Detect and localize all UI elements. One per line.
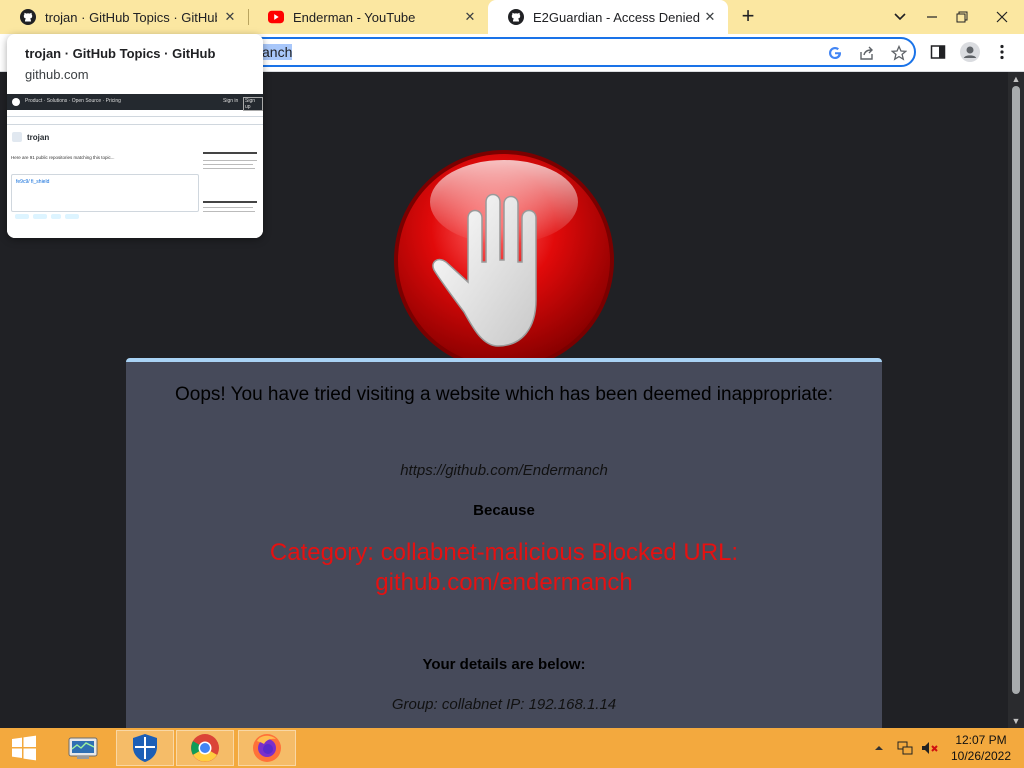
tab-label: E2Guardian - Access Denied [533, 9, 700, 25]
taskbar: 12:07 PM 10/26/2022 [0, 728, 1024, 768]
address-text[interactable]: anch [262, 44, 293, 60]
github-icon [12, 98, 20, 106]
hover-card-thumbnail: Product · Solutions · Open Source · Pric… [7, 94, 263, 238]
thumb-repo-card: fe9c9/ fi_shield [11, 174, 199, 212]
minimize-icon[interactable] [916, 0, 948, 34]
restore-icon[interactable] [946, 0, 978, 34]
new-tab-button[interactable]: + [736, 5, 760, 29]
side-panel-icon[interactable] [928, 42, 948, 62]
page-scrollbar[interactable]: ▲ ▼ [1008, 72, 1024, 728]
thumb-topic: trojan [27, 133, 50, 142]
chrome-icon[interactable] [176, 730, 234, 766]
network-icon[interactable] [896, 728, 914, 768]
thumb-topic-icon [12, 132, 22, 142]
bookmark-star-icon[interactable] [890, 44, 908, 62]
block-reason: Category: collabnet-malicious Blocked UR… [269, 539, 739, 596]
system-clock[interactable]: 12:07 PM 10/26/2022 [946, 732, 1016, 764]
scrollbar-thumb[interactable] [1012, 86, 1020, 694]
show-hidden-icons-icon[interactable] [874, 728, 884, 768]
thumb-sign-in: Sign in [223, 98, 239, 104]
chevron-down-icon[interactable] [884, 0, 916, 34]
details-heading: Your details are below: [422, 656, 586, 673]
volume-muted-icon[interactable] [920, 728, 940, 768]
clock-time: 12:07 PM [955, 733, 1007, 747]
close-icon[interactable] [980, 0, 1024, 34]
tab-e2guardian[interactable]: E2Guardian - Access Denied ✕ [488, 0, 728, 34]
hover-card-title: trojan · GitHub Topics · GitHub [25, 46, 216, 61]
share-icon[interactable] [858, 44, 876, 62]
youtube-icon [268, 9, 284, 25]
denied-panel: Oops! You have tried visiting a website … [126, 358, 882, 728]
user-details: Group: collabnet IP: 192.168.1.14 [391, 696, 617, 713]
denied-heading: Oops! You have tried visiting a website … [174, 384, 834, 405]
tab-youtube[interactable]: Enderman - YouTube ✕ [248, 0, 488, 34]
blocked-url: https://github.com/Endermanch [400, 462, 608, 479]
scroll-down-icon[interactable]: ▼ [1008, 714, 1024, 728]
tab-strip: trojan · GitHub Topics · GitHub ✕ Enderm… [0, 0, 1024, 34]
thumb-summary: Here are 91 public repositories matching… [11, 155, 115, 160]
github-icon [20, 9, 36, 25]
close-tab-icon[interactable]: ✕ [462, 9, 478, 25]
clock-date: 10/26/2022 [950, 749, 1012, 763]
close-tab-icon[interactable]: ✕ [222, 9, 238, 25]
firefox-icon[interactable] [238, 730, 296, 766]
address-bar[interactable]: anch [188, 37, 916, 67]
start-icon[interactable] [0, 730, 48, 766]
tab-label: Enderman - YouTube [293, 9, 416, 25]
tab-github-topics[interactable]: trojan · GitHub Topics · GitHub ✕ [0, 0, 249, 34]
stop-hand-icon [394, 150, 614, 390]
thumb-sign-up: Sign up [243, 97, 263, 111]
task-manager-icon[interactable] [54, 730, 112, 766]
tab-hover-card: trojan · GitHub Topics · GitHub github.c… [7, 34, 263, 238]
tab-label: trojan · GitHub Topics · GitHub [45, 9, 217, 25]
thumb-nav: Product · Solutions · Open Source · Pric… [25, 98, 121, 104]
github-icon [508, 9, 524, 25]
thumb-github-header: Product · Solutions · Open Source · Pric… [7, 94, 263, 111]
close-tab-icon[interactable]: ✕ [702, 9, 718, 25]
scroll-up-icon[interactable]: ▲ [1008, 72, 1024, 86]
windows-defender-icon[interactable] [116, 730, 174, 766]
because-label: Because [473, 502, 535, 519]
hover-card-domain: github.com [25, 67, 89, 82]
google-lens-icon[interactable] [826, 44, 844, 62]
profile-avatar-icon[interactable] [960, 42, 980, 62]
menu-kebab-icon[interactable] [992, 42, 1012, 62]
